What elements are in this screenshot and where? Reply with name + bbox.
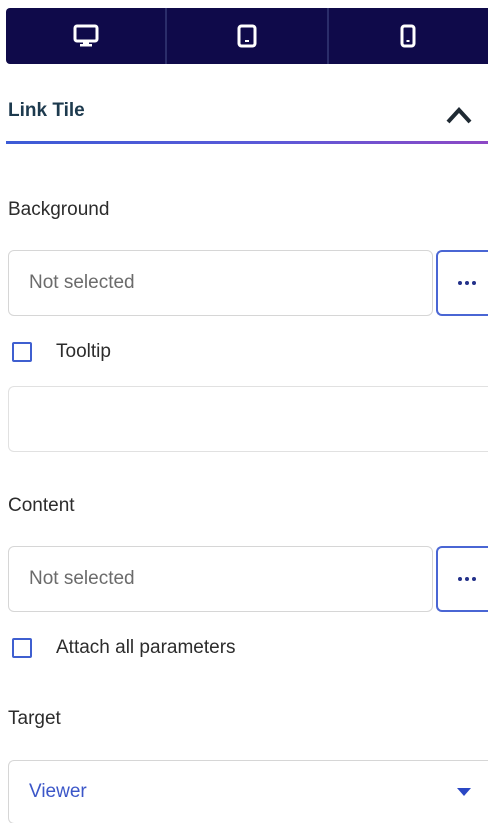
background-browse-button[interactable] bbox=[436, 250, 488, 316]
more-dots-icon bbox=[458, 577, 476, 581]
tooltip-input[interactable] bbox=[8, 386, 488, 452]
tooltip-label: Tooltip bbox=[56, 341, 111, 362]
tablet-icon bbox=[237, 24, 257, 48]
content-label: Content bbox=[8, 495, 75, 516]
section-title: Link Tile bbox=[8, 100, 85, 121]
mobile-icon bbox=[400, 24, 416, 48]
more-dots-icon bbox=[458, 281, 476, 285]
tooltip-option[interactable]: Tooltip bbox=[12, 339, 111, 365]
link-tile-panel: Link Tile Background Not selected Toolti… bbox=[0, 0, 488, 823]
attach-params-option[interactable]: Attach all parameters bbox=[12, 635, 236, 661]
tablet-view-button[interactable] bbox=[167, 8, 329, 64]
desktop-view-button[interactable] bbox=[6, 8, 168, 64]
background-input[interactable]: Not selected bbox=[8, 250, 433, 316]
attach-params-checkbox[interactable] bbox=[12, 638, 32, 658]
background-picker: Not selected bbox=[8, 250, 488, 316]
caret-down-icon bbox=[457, 788, 471, 796]
section-header[interactable]: Link Tile bbox=[6, 96, 488, 144]
target-label: Target bbox=[8, 708, 61, 729]
content-picker: Not selected bbox=[8, 546, 488, 612]
target-value: Viewer bbox=[29, 781, 87, 802]
desktop-icon bbox=[73, 24, 99, 47]
background-label: Background bbox=[8, 199, 110, 220]
mobile-view-button[interactable] bbox=[329, 8, 488, 64]
device-switcher bbox=[6, 8, 488, 64]
content-browse-button[interactable] bbox=[436, 546, 488, 612]
content-input[interactable]: Not selected bbox=[8, 546, 433, 612]
attach-params-label: Attach all parameters bbox=[56, 637, 236, 658]
target-select[interactable]: Viewer bbox=[8, 760, 488, 823]
tooltip-checkbox[interactable] bbox=[12, 342, 32, 362]
section-divider bbox=[6, 141, 488, 144]
chevron-up-icon[interactable] bbox=[444, 104, 474, 126]
